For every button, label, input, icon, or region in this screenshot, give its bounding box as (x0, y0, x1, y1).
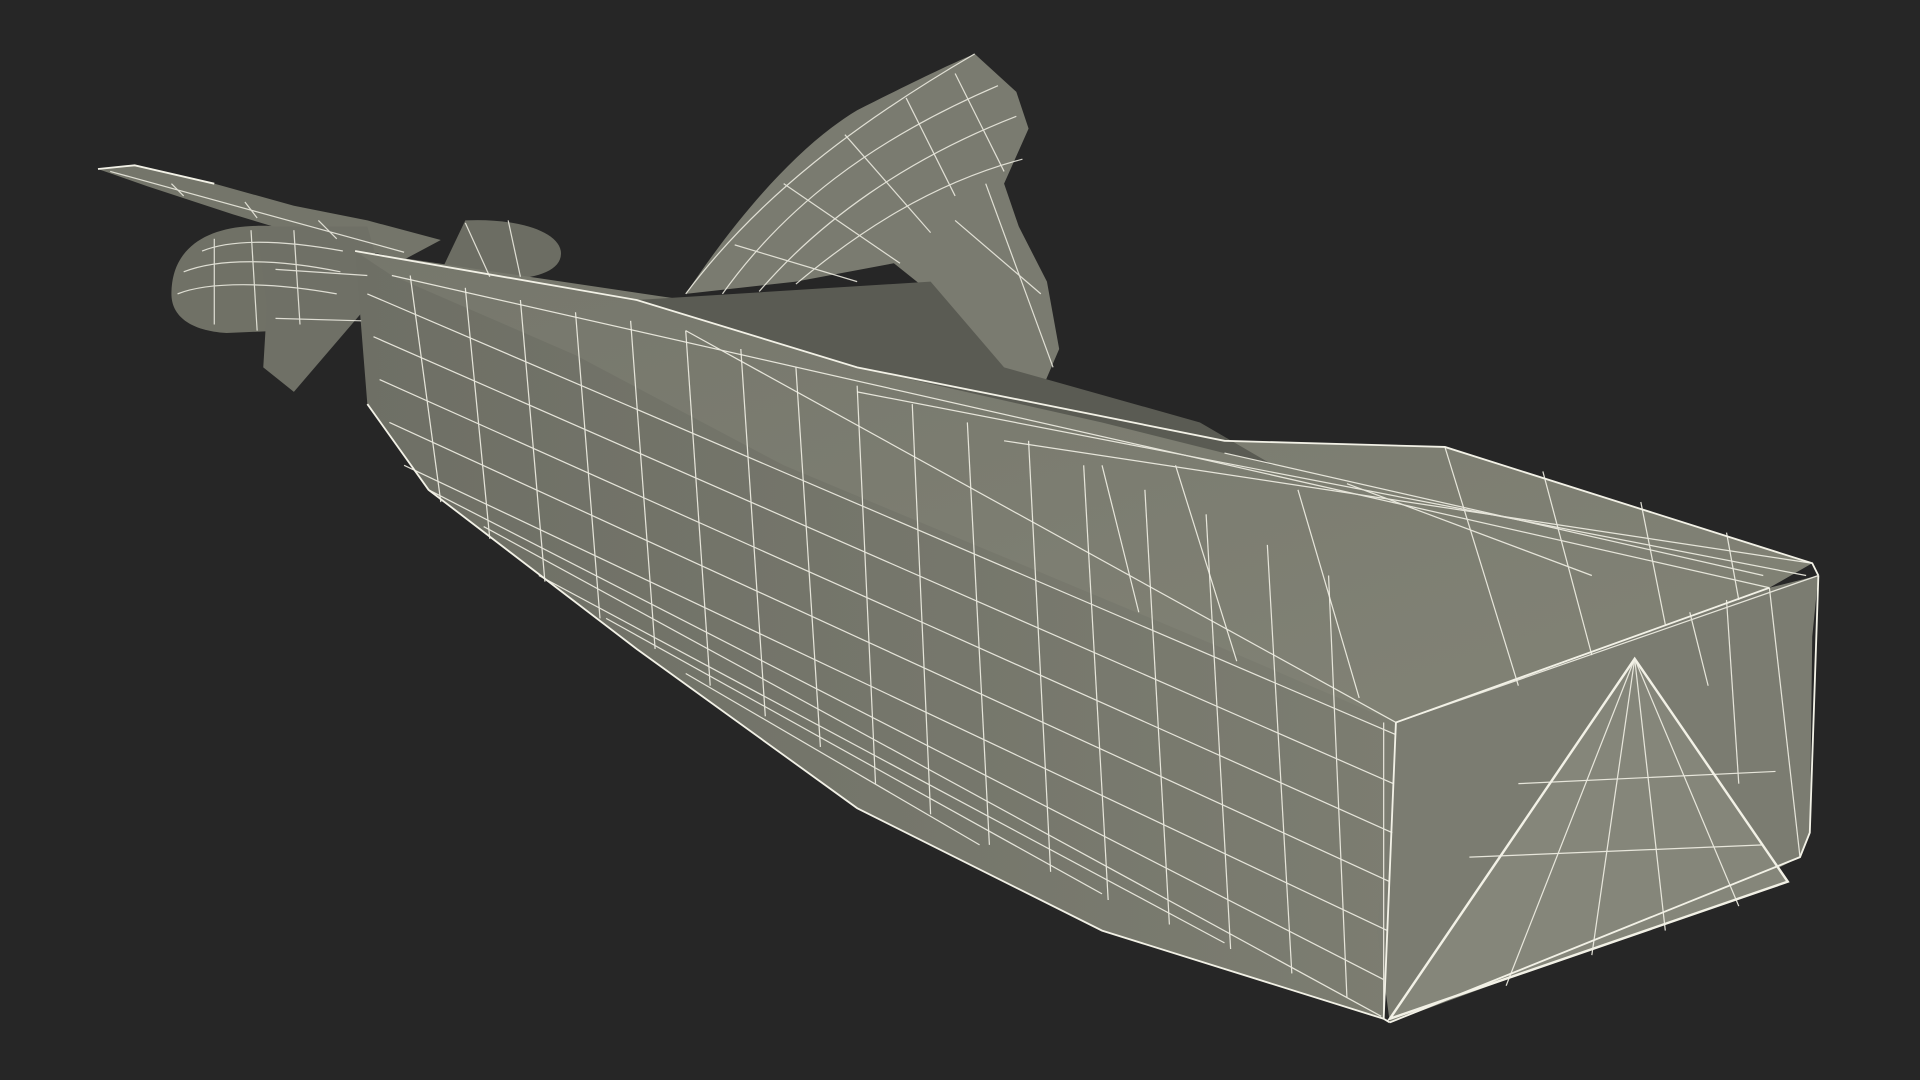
wireframe-render (0, 0, 1920, 1080)
